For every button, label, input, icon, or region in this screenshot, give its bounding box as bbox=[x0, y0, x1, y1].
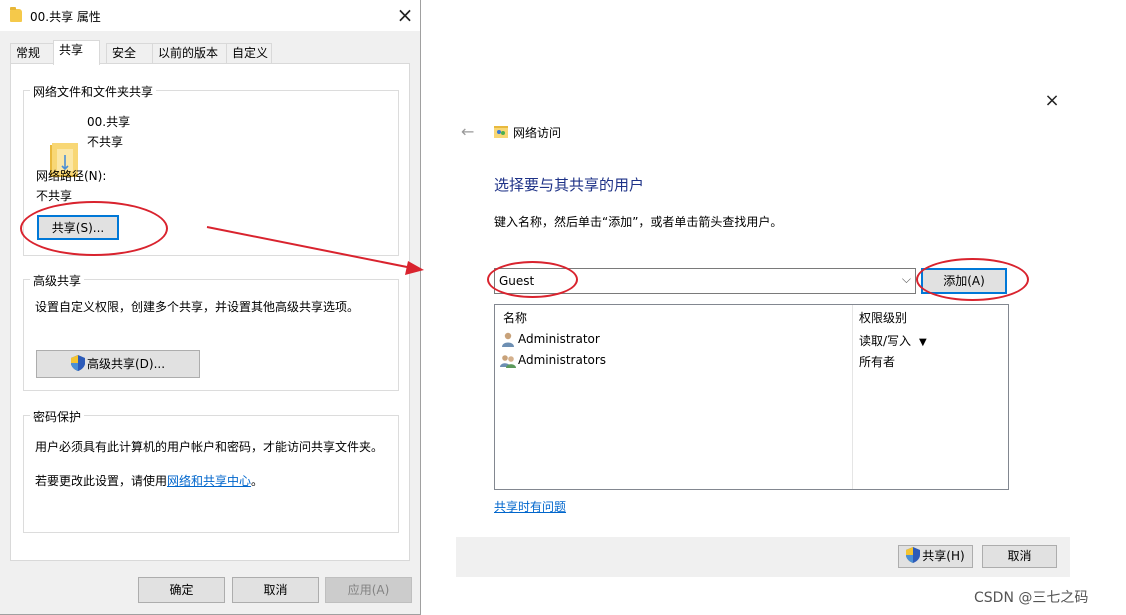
annotation-arrow bbox=[206, 226, 424, 275]
watermark: CSDN @三七之码 bbox=[974, 590, 1089, 606]
tab-sharing[interactable]: 共享 bbox=[53, 40, 100, 65]
